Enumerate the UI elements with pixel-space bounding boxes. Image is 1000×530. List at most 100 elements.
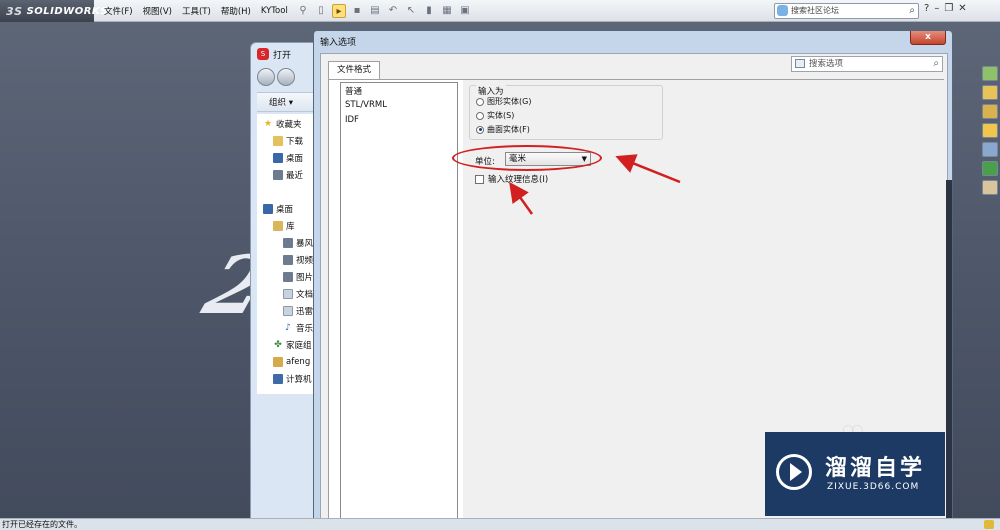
- tree-item-xunlei[interactable]: 迅雷: [283, 304, 313, 318]
- tree-item-user[interactable]: afeng: [273, 355, 310, 369]
- status-bar: 打开已经存在的文件。: [0, 518, 1000, 530]
- radio-surface-body[interactable]: 曲面实体(F): [476, 124, 530, 135]
- help-button[interactable]: ?: [924, 3, 929, 14]
- desktop-icon: [263, 204, 273, 214]
- radio-button[interactable]: [476, 97, 484, 106]
- checkbox-box[interactable]: [475, 174, 484, 184]
- restore-icon[interactable]: ❐: [944, 3, 953, 14]
- tree-item-libraries[interactable]: 库: [273, 219, 295, 233]
- task-pane-icons: [982, 66, 998, 199]
- main-menu: 文件(F) 视图(V) 工具(T) 帮助(H) KYTool: [104, 0, 298, 22]
- resources-icon[interactable]: [982, 66, 998, 81]
- radio-graphics-body[interactable]: 图形实体(G): [476, 96, 531, 107]
- xunlei-library-icon: [283, 306, 293, 316]
- tree-item-computer[interactable]: 计算机: [273, 372, 312, 386]
- search-options-icon: [795, 59, 805, 68]
- import-texture-checkbox[interactable]: 输入纹理信息(I): [475, 173, 548, 185]
- custom-properties-icon[interactable]: [982, 180, 998, 195]
- select-icon[interactable]: ↖: [404, 4, 418, 18]
- music-note-icon: ♪: [285, 323, 291, 333]
- dialog-title: 输入选项: [320, 38, 357, 48]
- user-folder-icon: [273, 357, 283, 367]
- view-palette-icon[interactable]: [982, 142, 998, 157]
- format-item-idf[interactable]: IDF: [345, 115, 359, 125]
- brand-subtitle: ZIXUE.3D66.COM: [827, 482, 920, 492]
- dialog-edge-strip: [946, 180, 952, 530]
- solidworks-app-icon: S: [257, 48, 269, 60]
- search-icon[interactable]: ⌕: [933, 57, 939, 71]
- media-library-icon: [283, 238, 293, 248]
- logo-prefix: 3S: [6, 4, 23, 18]
- solidworks-logo[interactable]: 3S SOLIDWORKS: [0, 0, 107, 22]
- appearances-icon[interactable]: [982, 161, 998, 176]
- quick-toolbar: ⚲ ▯ ▸ ▪ ▤ ↶ ↖ ▮ ▦ ▣: [296, 3, 476, 19]
- radio-button-selected[interactable]: [476, 125, 484, 134]
- minimize-icon[interactable]: –: [934, 3, 939, 14]
- menubar: 3S SOLIDWORKS 文件(F) 视图(V) 工具(T) 帮助(H) KY…: [0, 0, 1000, 22]
- print-icon[interactable]: ▤: [368, 4, 382, 18]
- star-icon: ★: [263, 119, 273, 129]
- play-icon: [790, 463, 802, 481]
- desktop-icon: [273, 153, 283, 163]
- tree-item-downloads[interactable]: 下载: [273, 134, 303, 148]
- nav-buttons: [257, 68, 297, 86]
- radio-button[interactable]: [476, 111, 484, 120]
- community-search-input[interactable]: 搜索社区论坛 ⌕: [774, 3, 919, 19]
- home-icon[interactable]: [982, 85, 998, 100]
- community-icon: [777, 5, 788, 16]
- recent-places-icon: [273, 170, 283, 180]
- library-icon: [273, 221, 283, 231]
- window-controls: ? – ❐ ✕: [924, 3, 972, 14]
- menu-tools[interactable]: 工具(T): [182, 5, 211, 17]
- brand-watermark: 溜溜自学 ZIXUE.3D66.COM: [765, 432, 945, 516]
- logo-text: SOLIDWORKS: [26, 5, 108, 17]
- menu-file[interactable]: 文件(F): [104, 5, 133, 17]
- radio-solid-body[interactable]: 实体(S): [476, 110, 514, 121]
- organize-button[interactable]: 组织 ▾: [257, 92, 321, 112]
- tree-item-desktop[interactable]: 桌面: [263, 202, 293, 216]
- status-text: 打开已经存在的文件。: [2, 520, 82, 529]
- forward-icon[interactable]: [277, 68, 295, 86]
- tree-item-homegroup[interactable]: ✤ 家庭组: [273, 338, 311, 352]
- options-search-input[interactable]: 搜索选项 ⌕: [791, 56, 943, 72]
- import-as-group: 输入为 图形实体(G) 实体(S) 曲面实体(F): [469, 85, 663, 140]
- undo-icon[interactable]: ↶: [386, 4, 400, 18]
- back-icon[interactable]: [257, 68, 275, 86]
- menu-view[interactable]: 视图(V): [143, 5, 172, 17]
- downloads-folder-icon: [273, 136, 283, 146]
- format-item-stl-vrml[interactable]: STL/VRML: [345, 100, 387, 110]
- format-item-general[interactable]: 普通: [345, 85, 362, 97]
- options-search-placeholder: 搜索选项: [809, 59, 844, 69]
- dialog-close-button[interactable]: x: [910, 31, 946, 45]
- menu-kytool[interactable]: KYTool: [261, 6, 288, 16]
- new-doc-icon[interactable]: ▯: [314, 4, 328, 18]
- design-library-icon[interactable]: [982, 104, 998, 119]
- open-dialog-title: 打开: [273, 50, 292, 61]
- tree-item-documents[interactable]: 文档: [283, 287, 313, 301]
- tree-item-baofeng[interactable]: 暴风: [283, 236, 313, 250]
- tab-file-format[interactable]: 文件格式: [328, 61, 380, 79]
- tree-item-videos[interactable]: 视频: [283, 253, 313, 267]
- tree-item-favorites[interactable]: ★ 收藏夹: [263, 117, 302, 131]
- brand-title: 溜溜自学: [825, 456, 926, 481]
- tree-item-recent[interactable]: 最近: [273, 168, 303, 182]
- picture-library-icon: [283, 272, 293, 282]
- annotation-ellipse: [452, 145, 602, 171]
- tree-item-desktop-fav[interactable]: 桌面: [273, 151, 303, 165]
- tree-item-pictures[interactable]: 图片: [283, 270, 313, 284]
- document-library-icon: [283, 289, 293, 299]
- menu-help[interactable]: 帮助(H): [221, 5, 251, 17]
- community-search-placeholder: 搜索社区论坛: [791, 6, 839, 15]
- tree-item-music[interactable]: ♪ 音乐: [283, 321, 313, 335]
- file-explorer-icon[interactable]: [982, 123, 998, 138]
- rebuild-icon[interactable]: ▮: [422, 4, 436, 18]
- options-icon[interactable]: ▦: [440, 4, 454, 18]
- layout-icon[interactable]: ▣: [458, 4, 472, 18]
- open-icon[interactable]: ▸: [332, 4, 346, 18]
- pin-icon[interactable]: ⚲: [296, 4, 310, 18]
- search-icon[interactable]: ⌕: [909, 4, 915, 18]
- close-app-icon[interactable]: ✕: [958, 3, 966, 14]
- status-icon: [984, 520, 994, 529]
- save-icon[interactable]: ▪: [350, 4, 364, 18]
- computer-icon: [273, 374, 283, 384]
